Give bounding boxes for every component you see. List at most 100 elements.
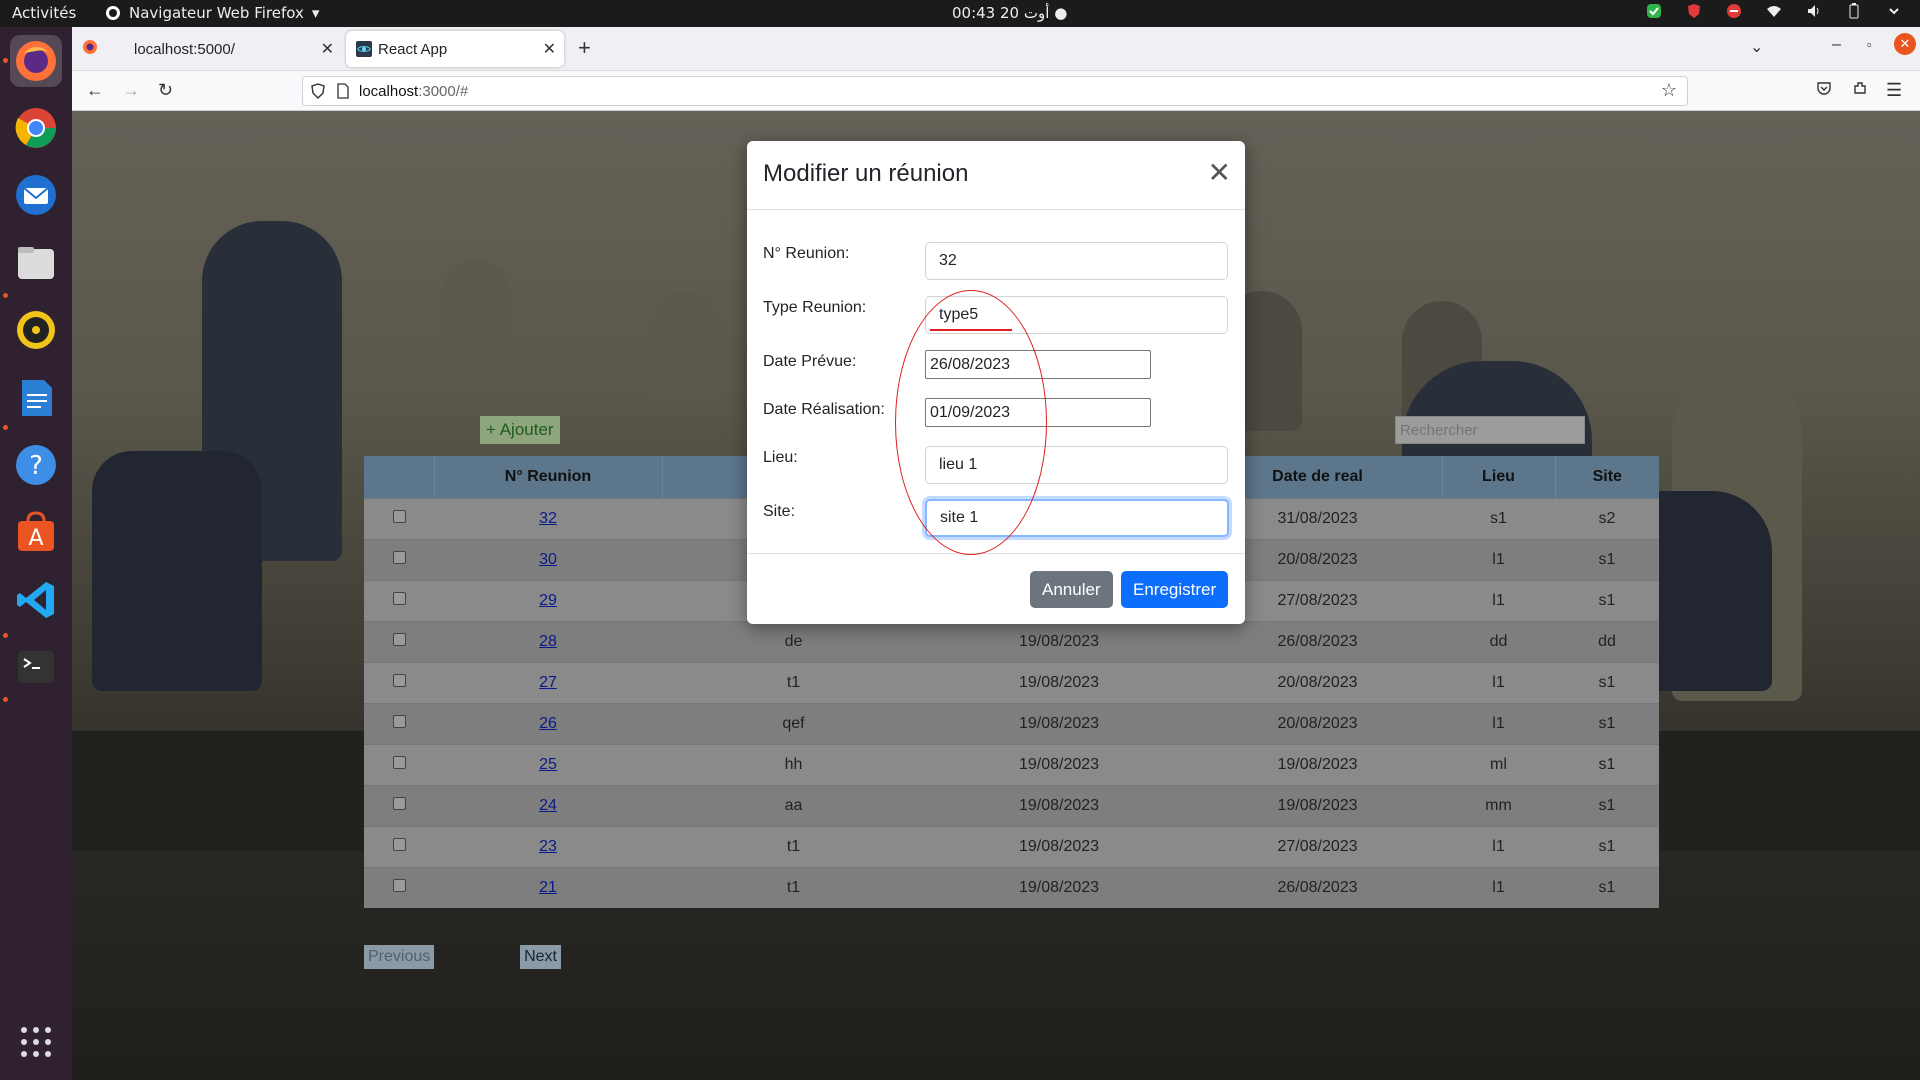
table-row[interactable]: 23 t1 19/08/2023 27/08/2023 l1 s1 xyxy=(364,825,1659,867)
list-tabs-icon[interactable]: ⌄ xyxy=(1750,37,1763,57)
bookmark-star-icon[interactable]: ☆ xyxy=(1661,80,1677,101)
cell-real: 27/08/2023 xyxy=(1193,825,1442,867)
battery-icon xyxy=(1849,3,1859,19)
firefox-view-icon[interactable] xyxy=(82,39,98,60)
row-checkbox[interactable] xyxy=(392,632,406,646)
site-field[interactable]: site 1 xyxy=(925,499,1229,537)
reunion-link[interactable]: 29 xyxy=(539,592,557,609)
header-site[interactable]: Site xyxy=(1555,456,1659,498)
date-realisation-field[interactable]: 01/09/2023 xyxy=(925,398,1151,427)
reunion-link[interactable]: 32 xyxy=(539,510,557,527)
reunion-link[interactable]: 27 xyxy=(539,674,557,691)
pocket-icon[interactable] xyxy=(1816,80,1832,100)
add-reunion-button[interactable]: + Ajouter xyxy=(480,416,560,444)
dock-vscode[interactable] xyxy=(10,574,62,626)
shield-check-icon xyxy=(1647,4,1661,18)
dock-writer[interactable] xyxy=(10,372,62,424)
cell-lieu: l1 xyxy=(1442,661,1555,703)
close-tab-icon[interactable]: ✕ xyxy=(543,39,556,59)
row-checkbox[interactable] xyxy=(392,755,406,769)
date-realisation-label: Date Réalisation: xyxy=(763,401,885,418)
extensions-icon[interactable] xyxy=(1852,80,1868,101)
dock-thunderbird[interactable] xyxy=(10,169,62,221)
reunion-link[interactable]: 25 xyxy=(539,756,557,773)
dock-show-apps[interactable] xyxy=(10,1016,62,1068)
row-checkbox[interactable] xyxy=(392,837,406,851)
reunion-link[interactable]: 30 xyxy=(539,551,557,568)
table-row[interactable]: 26 qef 19/08/2023 20/08/2023 l1 s1 xyxy=(364,702,1659,744)
lieu-field[interactable]: lieu 1 xyxy=(925,446,1228,484)
minimize-icon[interactable]: – xyxy=(1832,36,1841,54)
dock-chrome[interactable] xyxy=(10,102,62,154)
cell-prev: 19/08/2023 xyxy=(925,866,1193,908)
url-bar[interactable]: localhost:3000/# ☆ xyxy=(302,76,1688,106)
cancel-button[interactable]: Annuler xyxy=(1030,571,1113,608)
terminal-icon xyxy=(18,651,54,683)
cell-check xyxy=(364,661,434,703)
row-checkbox[interactable] xyxy=(392,714,406,728)
dock-software[interactable]: A xyxy=(10,507,62,559)
reunion-link[interactable]: 26 xyxy=(539,715,557,732)
edit-reunion-modal: Modifier un réunion ✕ N° Reunion: 32 Typ… xyxy=(747,141,1245,624)
reunion-link[interactable]: 23 xyxy=(539,838,557,855)
row-checkbox[interactable] xyxy=(392,673,406,687)
close-tab-icon[interactable]: ✕ xyxy=(321,39,334,59)
table-row[interactable]: 27 t1 19/08/2023 20/08/2023 l1 s1 xyxy=(364,661,1659,703)
do-not-disturb-icon xyxy=(1727,4,1741,18)
close-window-icon[interactable]: ✕ xyxy=(1894,33,1916,55)
header-num[interactable]: N° Reunion xyxy=(434,456,663,498)
cell-type: qef xyxy=(662,702,925,744)
reunion-link[interactable]: 21 xyxy=(539,879,557,896)
firefox-small-icon xyxy=(106,6,120,20)
table-row[interactable]: 24 aa 19/08/2023 19/08/2023 mm s1 xyxy=(364,784,1659,826)
row-checkbox[interactable] xyxy=(392,591,406,605)
cell-num: 29 xyxy=(434,579,662,621)
dock-terminal[interactable] xyxy=(10,641,62,693)
cell-real: 19/08/2023 xyxy=(1193,784,1442,826)
table-row[interactable]: 25 hh 19/08/2023 19/08/2023 ml s1 xyxy=(364,743,1659,785)
date-prevue-field[interactable]: 26/08/2023 xyxy=(925,350,1151,379)
forward-icon[interactable]: → xyxy=(122,80,140,101)
table-row[interactable]: 21 t1 19/08/2023 26/08/2023 l1 s1 xyxy=(364,866,1659,908)
cell-real: 20/08/2023 xyxy=(1193,702,1442,744)
previous-page-button[interactable]: Previous xyxy=(364,945,435,969)
activities-button[interactable]: Activités xyxy=(12,4,76,22)
system-top-bar: Activités Navigateur Web Firefox ▾ 00:43… xyxy=(0,0,1920,27)
react-favicon-icon xyxy=(356,41,372,57)
reload-icon[interactable]: ↻ xyxy=(158,80,173,101)
new-tab-icon[interactable]: + xyxy=(578,35,591,61)
modal-title: Modifier un réunion xyxy=(763,160,969,187)
close-icon[interactable]: ✕ xyxy=(1208,159,1231,187)
tab-localhost-5000[interactable]: localhost:5000/ ✕ xyxy=(114,31,342,67)
next-page-button[interactable]: Next xyxy=(520,945,561,969)
restore-icon[interactable]: ▫ xyxy=(1867,37,1872,52)
reunion-link[interactable]: 28 xyxy=(539,633,557,650)
search-input[interactable] xyxy=(1395,416,1585,444)
back-icon[interactable]: ← xyxy=(86,80,104,101)
tab-react-app[interactable]: React App ✕ xyxy=(346,31,564,67)
row-checkbox[interactable] xyxy=(392,550,406,564)
tracking-shield-icon[interactable] xyxy=(311,83,325,103)
app-menu[interactable]: Navigateur Web Firefox ▾ xyxy=(105,4,319,22)
dock-firefox[interactable] xyxy=(10,35,62,87)
table-row[interactable]: 28 de 19/08/2023 26/08/2023 dd dd xyxy=(364,620,1659,662)
reunion-link[interactable]: 24 xyxy=(539,797,557,814)
clock[interactable]: 00:43 20 أوت ● xyxy=(952,4,1067,22)
cell-real: 26/08/2023 xyxy=(1193,620,1442,662)
num-field[interactable]: 32 xyxy=(925,242,1228,280)
cell-check xyxy=(364,497,434,539)
hamburger-menu-icon[interactable]: ☰ xyxy=(1886,80,1902,101)
dock-help[interactable]: ? xyxy=(10,439,62,491)
row-checkbox[interactable] xyxy=(392,509,406,523)
cell-prev: 19/08/2023 xyxy=(925,620,1193,662)
row-checkbox[interactable] xyxy=(392,796,406,810)
dock-files[interactable] xyxy=(10,237,62,289)
save-button[interactable]: Enregistrer xyxy=(1121,571,1229,608)
page-info-icon[interactable] xyxy=(337,83,349,103)
header-lieu[interactable]: Lieu xyxy=(1442,456,1556,498)
row-checkbox[interactable] xyxy=(392,878,406,892)
rhythmbox-icon xyxy=(17,311,55,349)
system-tray[interactable] xyxy=(1646,3,1902,19)
dock-rhythmbox[interactable] xyxy=(10,304,62,356)
firefox-icon xyxy=(16,41,56,81)
